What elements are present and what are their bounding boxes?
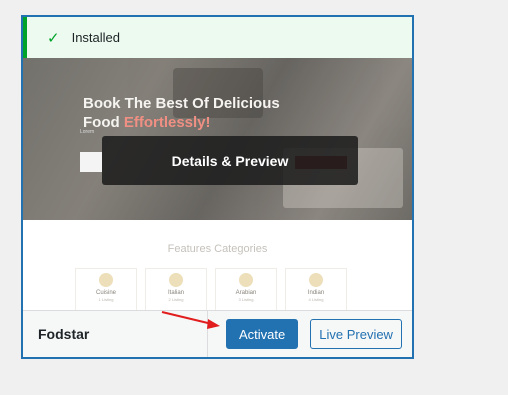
hero-button-white [80,152,102,172]
activate-button[interactable]: Activate [226,319,299,349]
category-count: 1 Listing [98,297,114,302]
arabian-icon [239,273,253,287]
category-item: Arabian 3 Listing [215,268,277,310]
hero-caption: Lorem [80,129,95,135]
theme-card[interactable]: ✓ Installed Book The Best Of Delicious F… [21,15,414,359]
check-icon: ✓ [47,29,60,47]
hero-title-line2: Food Effortlessly! [83,113,323,132]
features-title: Features Categories [167,243,268,255]
red-arrow-icon [161,311,220,329]
installed-label: Installed [71,30,120,45]
category-count: 4 Listing [308,297,324,302]
hero-title: Book The Best Of Delicious Food Effortle… [83,94,323,132]
italian-icon [169,273,183,287]
category-name: Arabian [235,290,257,296]
theme-actions: Activate Live Preview [208,319,402,349]
category-name: Italian [167,290,184,296]
category-item: Italian 2 Listing [145,268,207,310]
details-preview-button[interactable]: Details & Preview [102,136,358,185]
indian-icon [309,273,323,287]
hero-title-accent: Effortlessly! [123,114,211,131]
hero-title-line1: Book The Best Of Delicious [83,95,280,112]
category-item: Cuisine 1 Listing [75,268,137,310]
category-name: Cuisine [95,290,116,296]
category-name: Indian [307,290,325,296]
category-count: 3 Listing [238,297,254,302]
category-item: Indian 4 Listing [285,268,347,310]
live-preview-button[interactable]: Live Preview [310,319,402,349]
theme-screenshot[interactable]: Book The Best Of Delicious Food Effortle… [23,58,412,310]
category-list: Cuisine 1 Listing Italian 2 Listing Arab… [75,268,347,310]
category-count: 2 Listing [168,297,184,302]
installed-notice: ✓ Installed [23,17,412,58]
cuisine-icon [99,273,113,287]
